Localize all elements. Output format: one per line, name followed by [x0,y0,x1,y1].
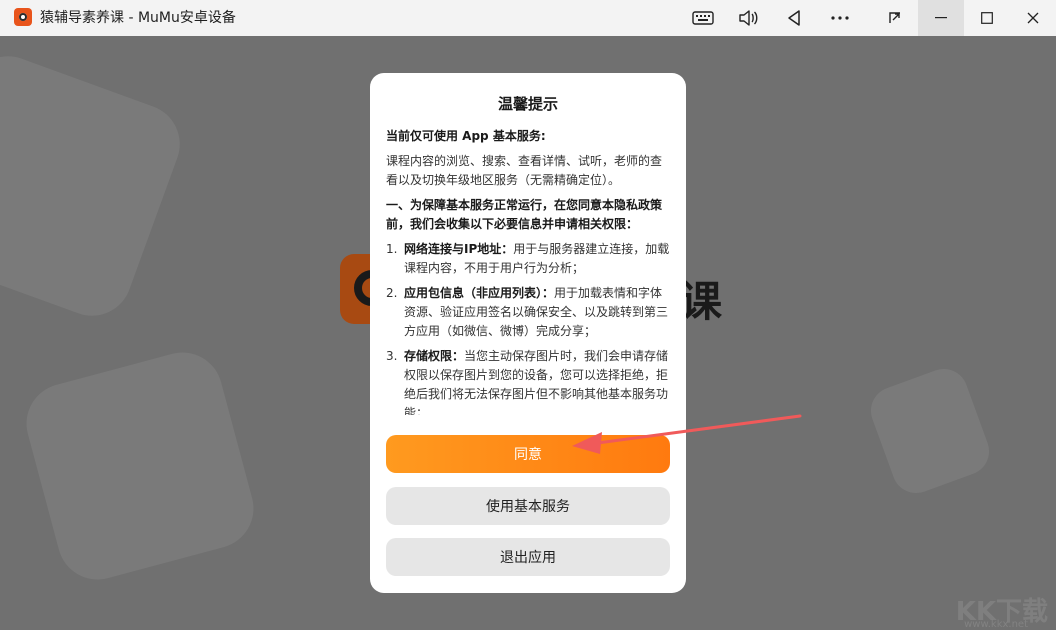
list-number: 1. [386,242,398,256]
exit-app-button[interactable]: 退出应用 [386,538,670,576]
intro-text: 课程内容的浏览、搜索、查看详情、试听，老师的查看以及切换年级地区服务（无需精确定… [386,154,663,187]
watermark-url: www.kkx.net [964,619,1028,630]
list-item-title: 网络连接与IP地址： [404,242,514,256]
list-number: 3. [386,349,398,363]
background-shape [17,343,263,589]
minimize-icon[interactable] [918,0,964,36]
intro-heading: 当前仅可使用 App 基本服务: [386,129,546,143]
screenshot-icon[interactable] [872,0,918,36]
app-logo-icon [14,8,32,26]
window-title: 猿辅导素养课 - MuMu安卓设备 [40,10,236,26]
privacy-dialog: 温馨提示 当前仅可使用 App 基本服务: 课程内容的浏览、搜索、查看详情、试听… [370,73,686,593]
title-bar: 猿辅导素养课 - MuMu安卓设备 [0,0,1056,36]
list-item: 3. 存储权限：当您主动保存图片时，我们会申请存储权限以保存图片到您的设备，您可… [386,347,672,415]
close-icon[interactable] [1010,0,1056,36]
back-triangle-icon[interactable] [771,0,817,36]
annotation-arrow-icon [572,414,802,454]
background-shape [864,362,996,500]
dialog-title: 温馨提示 [497,95,558,113]
list-item-title: 应用包信息（非应用列表）： [404,286,555,300]
background-shape [0,45,191,327]
keyboard-icon[interactable] [680,0,726,36]
list-number: 2. [386,286,398,300]
dialog-body[interactable]: 当前仅可使用 App 基本服务: 课程内容的浏览、搜索、查看详情、试听，老师的查… [386,127,672,415]
use-basic-service-button[interactable]: 使用基本服务 [386,487,670,525]
list-item-title: 存储权限： [404,349,465,363]
splash-title: 课 [680,277,723,326]
section-heading: 一、为保障基本服务正常运行，在您同意本隐私政策前，我们会收集以下必要信息并申请相… [386,198,663,231]
maximize-icon[interactable] [964,0,1010,36]
volume-icon[interactable] [725,0,771,36]
more-dots-icon[interactable] [817,0,863,36]
list-item: 2. 应用包信息（非应用列表）：用于加载表情和字体资源、验证应用签名以确保安全、… [386,284,672,341]
list-item: 1. 网络连接与IP地址：用于与服务器建立连接，加载课程内容，不用于用户行为分析… [386,240,672,278]
